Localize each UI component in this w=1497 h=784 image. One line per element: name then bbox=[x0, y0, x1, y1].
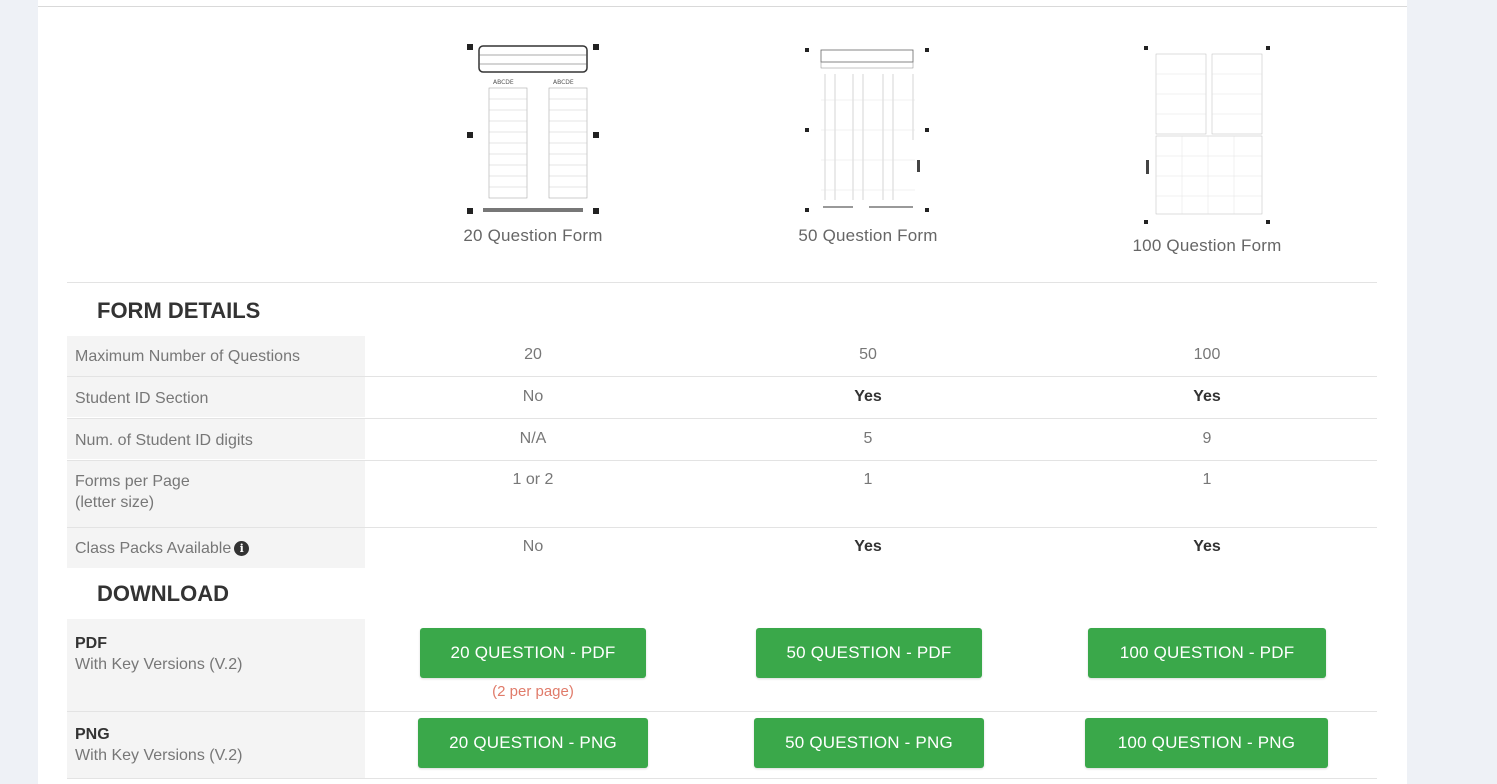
row-label-class-packs: Class Packs Available i bbox=[75, 538, 250, 559]
right-gutter bbox=[1407, 0, 1497, 784]
form-100-thumbnail[interactable] bbox=[1142, 40, 1272, 230]
download-100-png-button[interactable]: 100 QUESTION - PNG bbox=[1085, 718, 1328, 768]
cell-value: 1 bbox=[863, 471, 873, 488]
row-label-max-questions: Maximum Number of Questions bbox=[75, 348, 300, 365]
form-caption: 50 Question Form bbox=[798, 226, 938, 245]
label-format: PDF bbox=[75, 635, 107, 652]
left-gutter bbox=[0, 0, 38, 784]
row-label-student-id: Student ID Section bbox=[75, 390, 209, 407]
cell-value: 100 bbox=[1193, 346, 1221, 363]
cell-value: 1 bbox=[1202, 471, 1212, 488]
pdf-note: (2 per page) bbox=[492, 683, 574, 700]
row-label-pdf: PDF With Key Versions (V.2) bbox=[75, 633, 242, 675]
cell-value: 9 bbox=[1202, 430, 1212, 447]
row-label-png: PNG With Key Versions (V.2) bbox=[75, 724, 242, 766]
cell-value: Yes bbox=[1193, 388, 1221, 405]
info-circle-icon[interactable]: i bbox=[234, 541, 250, 556]
label-text: Class Packs Available bbox=[75, 540, 232, 557]
cell-value: 20 bbox=[524, 346, 542, 363]
cell-value: No bbox=[522, 538, 544, 555]
cell-value: 50 bbox=[859, 346, 877, 363]
label-text: Forms per Page bbox=[75, 473, 190, 490]
svg-text:ABCDE: ABCDE bbox=[553, 79, 574, 86]
download-50-pdf-button[interactable]: 50 QUESTION - PDF bbox=[756, 628, 982, 678]
row-label-forms-per-page: Forms per Page (letter size) bbox=[75, 471, 190, 513]
form-details-title: FORM DETAILS bbox=[97, 298, 261, 323]
download-title: DOWNLOAD bbox=[97, 581, 229, 606]
download-20-png-button[interactable]: 20 QUESTION - PNG bbox=[418, 718, 648, 768]
row-label-id-digits: Num. of Student ID digits bbox=[75, 432, 253, 449]
cell-value: 1 or 2 bbox=[512, 471, 554, 488]
download-100-pdf-button[interactable]: 100 QUESTION - PDF bbox=[1088, 628, 1326, 678]
divider bbox=[67, 778, 1377, 779]
cell-value: 5 bbox=[863, 430, 873, 447]
download-20-pdf-button[interactable]: 20 QUESTION - PDF bbox=[420, 628, 646, 678]
label-format: PNG bbox=[75, 726, 110, 743]
cell-value: No bbox=[522, 388, 544, 405]
form-column-50[interactable]: 50 Question Form bbox=[768, 40, 968, 246]
divider bbox=[67, 282, 1377, 283]
label-subtext: With Key Versions (V.2) bbox=[75, 747, 243, 764]
form-caption: 100 Question Form bbox=[1132, 236, 1282, 255]
label-subtext: (letter size) bbox=[75, 494, 155, 511]
svg-text:ABCDE: ABCDE bbox=[493, 79, 514, 86]
cell-value: Yes bbox=[854, 538, 882, 555]
cell-value: Yes bbox=[1193, 538, 1221, 555]
cell-value: N/A bbox=[519, 430, 547, 447]
form-20-thumbnail[interactable]: ABCDE ABCDE bbox=[463, 40, 603, 220]
label-subtext: With Key Versions (V.2) bbox=[75, 656, 243, 673]
form-caption: 20 Question Form bbox=[463, 226, 603, 245]
form-column-100[interactable]: 100 Question Form bbox=[1107, 40, 1307, 256]
cell-value: Yes bbox=[854, 388, 882, 405]
top-divider bbox=[38, 6, 1407, 7]
form-50-thumbnail[interactable] bbox=[803, 40, 933, 220]
download-50-png-button[interactable]: 50 QUESTION - PNG bbox=[754, 718, 984, 768]
form-column-20[interactable]: ABCDE ABCDE 20 Question Form bbox=[433, 40, 633, 246]
